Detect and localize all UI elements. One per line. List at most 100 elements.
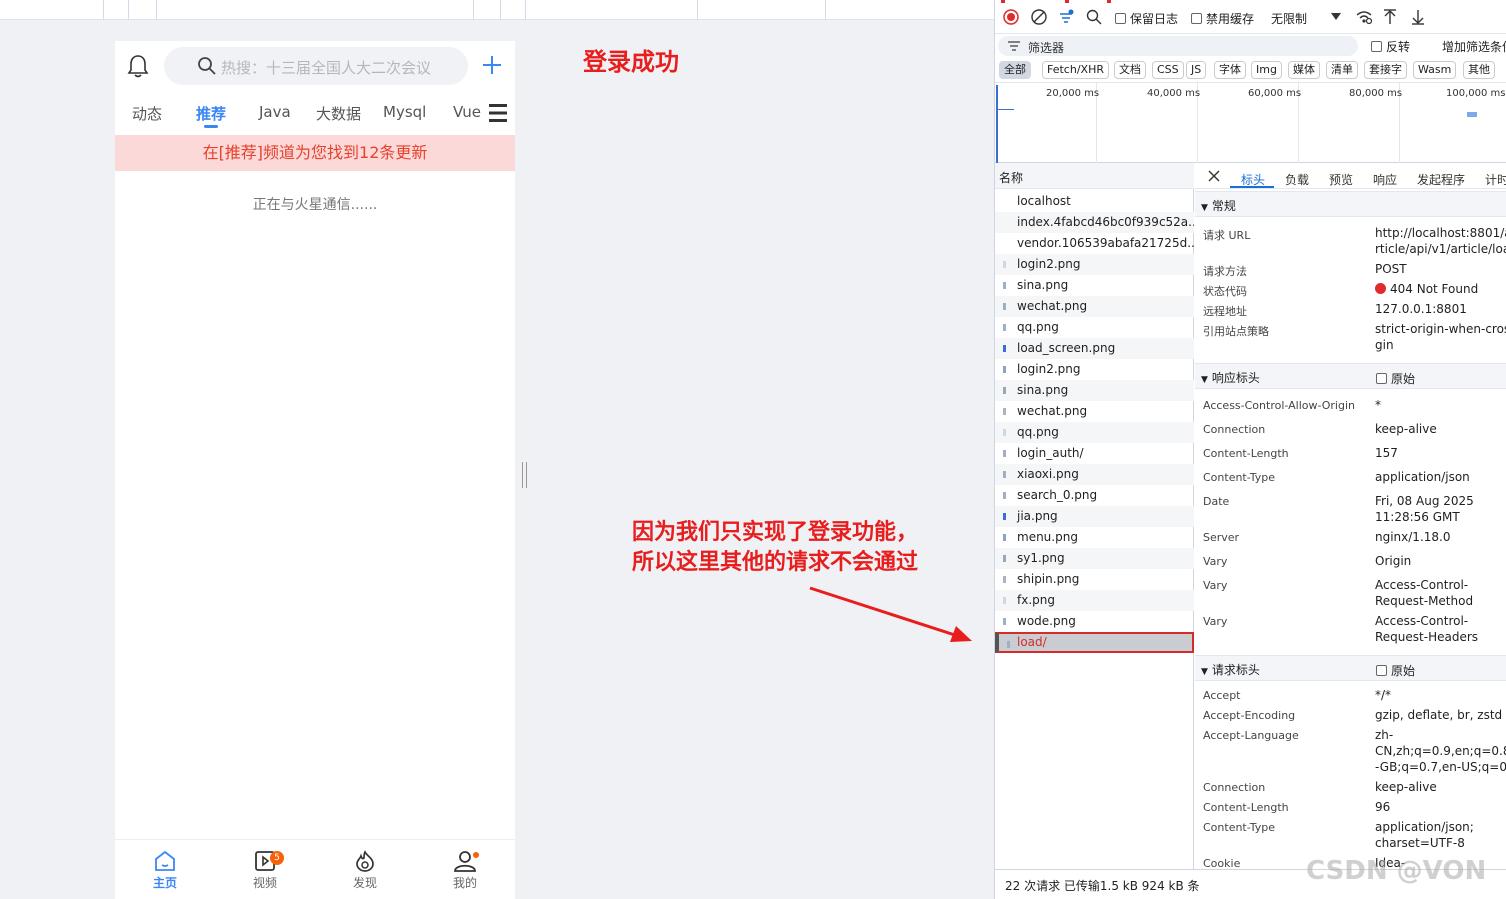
header-value: application/json xyxy=(1375,470,1470,484)
tabbar-video[interactable]: 视频 5 xyxy=(235,846,295,891)
tab-vue[interactable]: Vue xyxy=(453,103,481,121)
type-filter-font[interactable]: 字体 xyxy=(1214,61,1246,79)
ruler-tick xyxy=(128,0,129,20)
header-key: Content-Type xyxy=(1203,471,1275,484)
filter-toggle-icon[interactable] xyxy=(1058,9,1074,25)
status-code-value: 404 Not Found xyxy=(1375,281,1506,297)
network-conditions-icon[interactable] xyxy=(1355,9,1373,25)
request-row[interactable]: sina.png xyxy=(995,380,1194,401)
type-filter-css[interactable]: CSS xyxy=(1152,61,1184,79)
type-filter-img[interactable]: Img xyxy=(1251,61,1282,79)
video-badge: 5 xyxy=(270,851,284,865)
request-row[interactable]: sy1.png xyxy=(995,548,1194,569)
add-icon[interactable] xyxy=(481,54,503,76)
download-icon[interactable] xyxy=(1411,9,1425,25)
tab-payload[interactable]: 负载 xyxy=(1285,171,1309,188)
request-row[interactable]: search_0.png xyxy=(995,485,1194,506)
ruler-tick xyxy=(103,0,104,20)
request-row[interactable]: qq.png xyxy=(995,422,1194,443)
request-row[interactable]: fx.png xyxy=(995,590,1194,611)
request-row[interactable]: index.4fabcd46bc0f939c52a... xyxy=(995,212,1194,233)
request-row[interactable]: load_screen.png xyxy=(995,338,1194,359)
throttle-select[interactable]: 无限制 xyxy=(1271,10,1307,27)
tabbar-home[interactable]: 主页 xyxy=(135,846,195,891)
request-row[interactable]: shipin.png xyxy=(995,569,1194,590)
type-filter-js[interactable]: JS xyxy=(1186,61,1207,79)
type-filter-manifest[interactable]: 清单 xyxy=(1326,61,1358,79)
checkbox-box xyxy=(1191,13,1202,24)
collapse-triangle-icon: ▼ xyxy=(1201,203,1208,213)
response-headers-section-header[interactable]: ▼ 响应标头 原始 xyxy=(1195,363,1506,389)
search-icon[interactable] xyxy=(1086,9,1102,25)
request-row[interactable]: load/ xyxy=(995,632,1194,653)
tab-preview[interactable]: 预览 xyxy=(1329,171,1353,188)
name-column-header[interactable]: 名称 xyxy=(995,163,1194,189)
request-row[interactable]: qq.png xyxy=(995,317,1194,338)
disable-cache-checkbox[interactable]: 禁用缓存 xyxy=(1191,10,1254,27)
tabbar-label: 主页 xyxy=(152,876,177,890)
type-filter-doc[interactable]: 文档 xyxy=(1114,61,1146,79)
tab-initiator[interactable]: 发起程序 xyxy=(1417,171,1465,188)
tabbar-label: 我的 xyxy=(452,876,477,890)
detail-tabs: 标头 负载 预览 响应 发起程序 计时 xyxy=(1195,163,1506,189)
resource-type-filters: 全部 Fetch/XHR 文档 CSS JS 字体 Img 媒体 清单 套接字 … xyxy=(995,58,1506,82)
record-icon[interactable] xyxy=(1003,9,1019,25)
file-icon xyxy=(1003,618,1006,625)
request-name: login2.png xyxy=(1017,257,1081,271)
preserve-log-checkbox[interactable]: 保留日志 xyxy=(1115,10,1178,27)
raw-checkbox[interactable]: 原始 xyxy=(1376,662,1415,679)
discover-icon xyxy=(356,850,374,872)
request-headers-section-header[interactable]: ▼ 请求标头 原始 xyxy=(1195,655,1506,681)
tab-dongtai[interactable]: 动态 xyxy=(132,103,162,124)
type-filter-wasm[interactable]: Wasm xyxy=(1413,61,1457,79)
tab-java[interactable]: Java xyxy=(259,103,291,121)
type-filter-socket[interactable]: 套接字 xyxy=(1364,61,1407,79)
request-row[interactable]: vendor.106539abafa21725d... xyxy=(995,233,1194,254)
section-title: 常规 xyxy=(1211,199,1236,213)
header-key: 状态代码 xyxy=(1203,285,1247,298)
annotation-note: 因为我们只实现了登录功能， 所以这里其他的请求不会通过 xyxy=(632,518,918,578)
request-row[interactable]: login2.png xyxy=(995,254,1194,275)
tab-response[interactable]: 响应 xyxy=(1373,171,1397,188)
close-icon[interactable] xyxy=(1208,170,1220,182)
file-icon xyxy=(1003,408,1006,415)
type-filter-media[interactable]: 媒体 xyxy=(1288,61,1320,79)
header-value: Access-Control- Request-Method xyxy=(1375,578,1474,608)
request-row[interactable]: wode.png xyxy=(995,611,1194,632)
request-row[interactable]: sina.png xyxy=(995,275,1194,296)
request-row[interactable]: login_auth/ xyxy=(995,443,1194,464)
raw-label: 原始 xyxy=(1391,372,1416,386)
active-tab-indicator xyxy=(1230,186,1274,188)
request-row[interactable]: menu.png xyxy=(995,527,1194,548)
raw-checkbox[interactable]: 原始 xyxy=(1376,370,1415,387)
general-section-header[interactable]: ▼ 常规 xyxy=(1195,191,1506,217)
type-filter-fetch[interactable]: Fetch/XHR xyxy=(1042,61,1109,79)
tabbar-discover[interactable]: 发现 xyxy=(335,846,395,891)
clear-icon[interactable] xyxy=(1031,9,1047,25)
filter-input[interactable]: 筛选器 xyxy=(998,36,1358,56)
request-row[interactable]: localhost xyxy=(995,191,1194,212)
tab-timing[interactable]: 计时 xyxy=(1485,171,1506,188)
search-input[interactable]: 热搜：十三届全国人大二次会议 xyxy=(164,47,468,85)
menu-icon[interactable] xyxy=(488,102,508,124)
type-filter-other[interactable]: 其他 xyxy=(1463,61,1495,79)
header-value: Access-Control- Request-Headers xyxy=(1375,614,1479,644)
file-icon xyxy=(1003,450,1006,457)
upload-icon[interactable] xyxy=(1383,9,1397,25)
network-overview-timeline[interactable]: 20,000 ms 40,000 ms 60,000 ms 80,000 ms … xyxy=(995,82,1506,163)
chevron-down-icon[interactable] xyxy=(1331,13,1341,21)
pane-resize-handle[interactable] xyxy=(522,462,527,488)
more-filters-button[interactable]: 增加筛选条件 xyxy=(1442,38,1506,55)
request-row[interactable]: wechat.png xyxy=(995,401,1194,422)
type-filter-all[interactable]: 全部 xyxy=(999,61,1031,79)
tab-bigdata[interactable]: 大数据 xyxy=(316,103,361,124)
request-row[interactable]: wechat.png xyxy=(995,296,1194,317)
request-row[interactable]: xiaoxi.png xyxy=(995,464,1194,485)
tab-mysql[interactable]: Mysql xyxy=(383,103,426,121)
tab-tuijian[interactable]: 推荐 xyxy=(196,103,226,124)
bell-icon[interactable] xyxy=(127,54,149,78)
invert-checkbox[interactable]: 反转 xyxy=(1371,38,1410,55)
request-row[interactable]: jia.png xyxy=(995,506,1194,527)
request-row[interactable]: login2.png xyxy=(995,359,1194,380)
tabbar-profile[interactable]: 我的 xyxy=(435,846,495,891)
